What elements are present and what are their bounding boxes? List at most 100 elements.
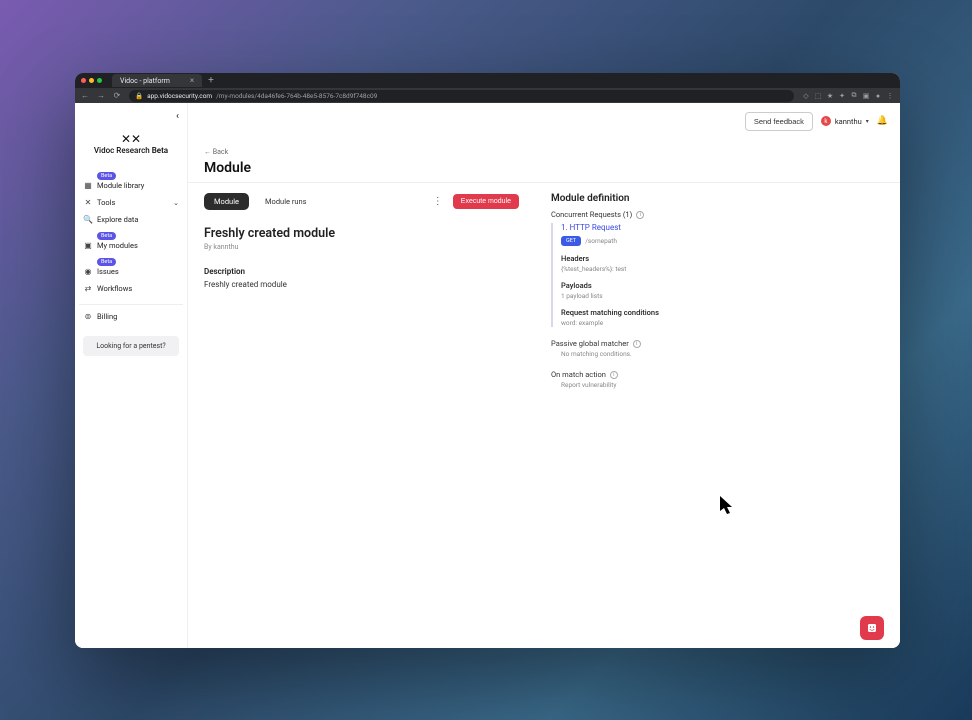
module-summary: Module Module runs ⋮ Execute module Fres… [188,183,535,648]
info-icon[interactable]: i [610,371,618,379]
ext-icon[interactable]: ⬚ [814,92,822,100]
tab-module[interactable]: Module [204,193,249,210]
browser-extension-icons: ◇ ⬚ ★ ✦ ⧉ ▣ ● ⋮ [802,92,894,100]
http-request-title[interactable]: 1. HTTP Request [561,223,884,232]
kebab-menu-icon[interactable]: ⋮ [429,196,447,207]
nav-list: Beta ▦ Module library ✕ Tools ⌄ 🔍 [79,169,183,296]
chevron-down-icon: ⌄ [173,199,179,207]
passive-matcher-label: Passive global matcher [551,339,629,348]
beta-badge: Beta [97,172,116,180]
url-path: /my-modules/4da46fe6-764b-48e5-8576-7c8d… [216,92,377,100]
payloads-label: Payloads [561,281,884,290]
conditions-label: Request matching conditions [561,308,884,317]
sidebar-item-my-modules[interactable]: Beta ▣ My modules [79,229,183,253]
execute-module-button[interactable]: Execute module [453,194,519,209]
ext-icon[interactable]: ⧉ [850,92,858,100]
breadcrumb: ← Back [188,139,900,158]
menu-icon[interactable]: ⋮ [886,92,894,100]
back-icon[interactable]: ← [81,92,89,100]
collapse-sidebar-icon[interactable]: ‹ [176,111,179,122]
main-area: Send feedback k kannthu ▾ 🔔 ← Back Modul… [188,103,900,648]
payloads-value: 1 payload lists [561,292,884,300]
content-card: Module Module runs ⋮ Execute module Fres… [188,182,900,648]
billing-icon: ⊚ [83,312,93,321]
tabs-row: Module Module runs ⋮ Execute module [204,193,519,210]
definition-title: Module definition [551,193,884,204]
browser-tab-title: Vidoc - platform [120,77,170,85]
sidebar-item-label: My modules [97,241,138,250]
info-icon[interactable]: i [633,340,641,348]
user-menu[interactable]: k kannthu ▾ [821,116,869,126]
sidebar-item-label: Issues [97,267,119,276]
issues-icon: ◉ [83,267,93,276]
description-text: Freshly created module [204,280,519,289]
on-match-action-value: Report vulnerability [561,381,884,389]
headers-value: {%test_headers%}: test [561,265,884,273]
beta-badge: Beta [97,258,116,266]
close-tab-icon[interactable]: × [190,76,194,85]
concurrent-requests-label: Concurrent Requests (1) [551,210,632,219]
module-library-icon: ▦ [83,181,93,190]
my-modules-icon: ▣ [83,241,93,250]
sidebar-item-module-library[interactable]: Beta ▦ Module library [79,169,183,193]
send-feedback-button[interactable]: Send feedback [745,112,813,131]
user-name: kannthu [835,117,862,126]
description-label: Description [204,267,519,276]
window-controls[interactable] [81,78,102,83]
browser-address-bar: ← → ⟳ 🔒 app.vidocsecurity.com /my-module… [75,88,900,103]
http-request-block: 1. HTTP Request GET /somepath Headers {%… [551,223,884,327]
browser-tab[interactable]: Vidoc - platform × [112,74,202,87]
sidebar-item-workflows[interactable]: ⇄ Workflows [79,281,183,296]
sidebar-item-explore-data[interactable]: 🔍 Explore data [79,212,183,227]
on-match-action-label: On match action [551,370,606,379]
avatar: k [821,116,831,126]
sidebar-item-billing[interactable]: ⊚ Billing [79,309,183,324]
maximize-window-icon[interactable] [97,78,102,83]
app-body: ‹ ✕✕ Vidoc Research Beta Beta ▦ Module l… [75,103,900,648]
ext-icon[interactable]: ◇ [802,92,810,100]
workflows-icon: ⇄ [83,284,93,293]
sidebar-item-label: Explore data [97,215,138,224]
sidebar-item-tools[interactable]: ✕ Tools ⌄ [79,195,183,210]
lock-icon: 🔒 [135,92,143,100]
ext-icon[interactable]: ▣ [862,92,870,100]
browser-tab-bar: Vidoc - platform × + [75,73,900,88]
sidebar: ‹ ✕✕ Vidoc Research Beta Beta ▦ Module l… [75,103,188,648]
forward-icon[interactable]: → [97,92,105,100]
module-name: Freshly created module [204,226,519,241]
passive-matcher-value: No matching conditions. [561,350,884,358]
http-path: /somepath [585,237,617,245]
brand-name: Vidoc Research Beta [79,146,183,155]
reload-icon[interactable]: ⟳ [113,92,121,100]
intercom-launcher[interactable] [860,616,884,640]
sidebar-item-label: Tools [97,198,115,207]
sidebar-item-label: Module library [97,181,144,190]
new-tab-button[interactable]: + [208,75,214,86]
tools-icon: ✕ [83,198,93,207]
sidebar-item-label: Billing [97,312,117,321]
intercom-icon [866,622,878,634]
sidebar-item-label: Workflows [97,284,132,293]
http-method-badge: GET [561,236,581,246]
headers-label: Headers [561,254,884,263]
profile-icon[interactable]: ● [874,92,882,100]
close-window-icon[interactable] [81,78,86,83]
pentest-card[interactable]: Looking for a pentest? [83,336,179,356]
module-byline: By kannthu [204,243,519,251]
tab-module-runs[interactable]: Module runs [255,193,317,210]
ext-icon[interactable]: ✦ [838,92,846,100]
brand-block: ✕✕ Vidoc Research Beta [79,128,183,165]
ext-icon[interactable]: ★ [826,92,834,100]
topbar: Send feedback k kannthu ▾ 🔔 [188,103,900,139]
url-host: app.vidocsecurity.com [147,92,212,100]
chevron-down-icon: ▾ [866,118,869,125]
sidebar-item-issues[interactable]: Beta ◉ Issues [79,255,183,279]
minimize-window-icon[interactable] [89,78,94,83]
url-field[interactable]: 🔒 app.vidocsecurity.com /my-modules/4da4… [129,90,794,102]
back-link[interactable]: ← Back [204,148,228,156]
app-window: Vidoc - platform × + ← → ⟳ 🔒 app.vidocse… [75,73,900,648]
bell-icon[interactable]: 🔔 [877,116,888,126]
conditions-value: word: example [561,319,884,327]
info-icon[interactable]: i [636,211,644,219]
module-definition: Module definition Concurrent Requests (1… [535,183,900,648]
